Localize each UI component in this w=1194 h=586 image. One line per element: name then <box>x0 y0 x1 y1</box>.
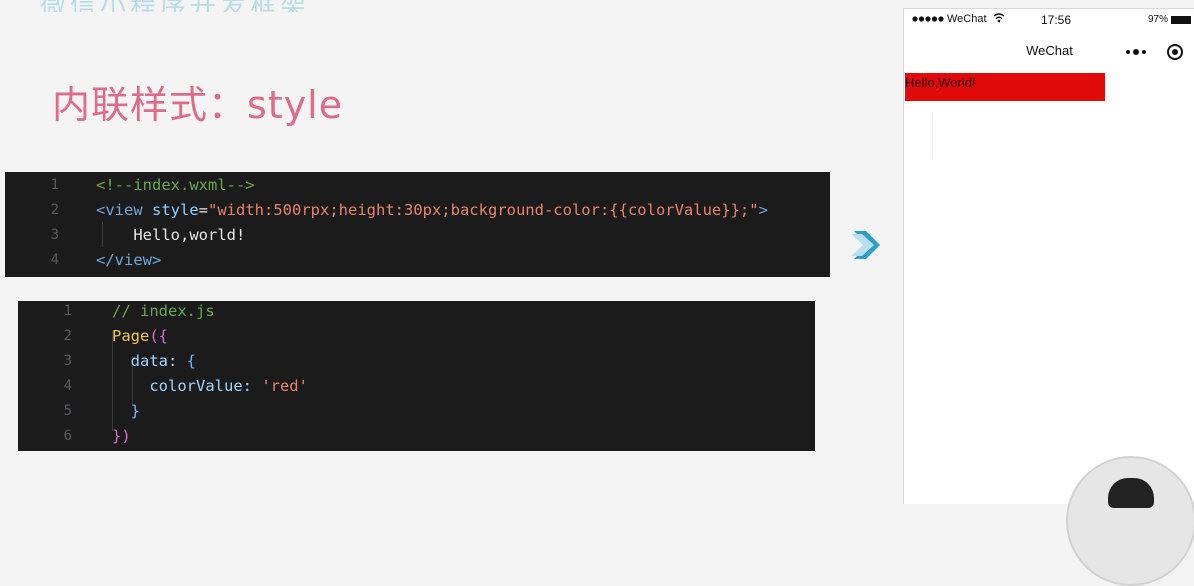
code-line: 2 <view style="width:500rpx;height:30px;b… <box>5 198 830 223</box>
nav-title: WeChat <box>1026 43 1073 58</box>
code-token: > <box>152 251 162 269</box>
code-line: 2 Page({ <box>18 324 815 349</box>
code-line: 5 } <box>18 399 815 424</box>
line-number: 3 <box>63 353 72 369</box>
js-code-block: 1// index.js 2 Page({3 data: {4 colorValue… <box>18 301 815 451</box>
status-bar: WeChat 17:56 97% <box>904 9 1194 31</box>
code-token: "width:500rpx;height:30px;background-col… <box>208 201 759 219</box>
code-line: 4 </view> <box>5 248 830 273</box>
wifi-icon <box>993 13 1005 23</box>
styled-view: Hello,World! <box>905 73 1105 101</box>
code-text: // index.js <box>112 299 215 324</box>
code-text: Hello,world! <box>96 223 245 248</box>
line-number: 5 <box>63 403 72 419</box>
code-token: = <box>198 201 209 219</box>
code-token: <!--index.wxml--> <box>96 176 255 194</box>
code-token: } <box>112 402 140 420</box>
code-token: // index.js <box>112 302 215 320</box>
code-text: <view style="width:500rpx;height:30px;ba… <box>96 198 768 223</box>
line-number: 3 <box>50 227 59 243</box>
divider <box>932 113 933 157</box>
wxml-code-block: 1 <!--index.wxml--> 2 <view style="width:50… <box>5 172 830 277</box>
record-icon[interactable] <box>1167 44 1183 60</box>
line-number: 4 <box>63 378 72 394</box>
code-text: </view> <box>96 248 161 273</box>
code-line: 1 // index.js <box>18 299 815 324</box>
carrier-label: WeChat <box>947 13 987 25</box>
code-token: view <box>114 251 152 269</box>
code-token: < <box>96 201 106 219</box>
presenter-avatar <box>1066 456 1194 586</box>
view-text: Hello,World! <box>905 75 976 90</box>
code-line: 3 data: { <box>18 349 815 374</box>
line-number: 2 <box>63 328 72 344</box>
slide-title: 内联样式：style <box>52 83 344 127</box>
phone-preview: WeChat 17:56 97% WeChat Hello,World! <box>903 8 1194 504</box>
line-number: 6 <box>63 428 72 444</box>
code-token: view <box>105 201 143 219</box>
code-line: 1 <!--index.wxml--> <box>5 173 830 198</box>
code-token: }) <box>112 427 131 445</box>
code-token: 'red' <box>261 377 308 395</box>
code-token: data: <box>112 352 187 370</box>
chevron-right-icon <box>851 231 880 259</box>
line-number: 4 <box>50 252 59 268</box>
battery-icon <box>1171 16 1191 24</box>
code-token: style <box>142 201 199 219</box>
line-number: 1 <box>50 177 59 193</box>
battery-percent: 97% <box>1148 14 1169 25</box>
code-token: ({ <box>149 327 168 345</box>
line-number: 2 <box>50 202 59 218</box>
code-token: Hello,world! <box>96 226 246 244</box>
code-token: { <box>186 352 196 370</box>
code-token: Page <box>112 327 150 345</box>
code-text: data: { <box>112 349 196 374</box>
record-icon-dot <box>1172 49 1178 55</box>
line-number: 1 <box>63 303 72 319</box>
code-token: </ <box>96 251 115 269</box>
more-dots-icon[interactable] <box>1124 46 1148 58</box>
code-line: 4 colorValue: 'red' <box>18 374 815 399</box>
code-text: colorValue: 'red' <box>112 374 308 399</box>
code-text: <!--index.wxml--> <box>96 173 255 198</box>
code-text: }) <box>112 424 131 449</box>
code-line: 6}) <box>18 424 815 449</box>
status-time: 17:56 <box>1041 13 1072 27</box>
slide-top-text: 微信小程序开发框架 <box>40 0 640 12</box>
code-text: Page({ <box>112 324 168 349</box>
avatar-hair <box>1108 478 1154 508</box>
code-line: 3 Hello,world! <box>5 223 830 248</box>
code-text: } <box>112 399 140 424</box>
code-token: colorValue: <box>112 377 262 395</box>
signal-dots-icon <box>912 16 944 22</box>
code-token: > <box>758 201 768 219</box>
